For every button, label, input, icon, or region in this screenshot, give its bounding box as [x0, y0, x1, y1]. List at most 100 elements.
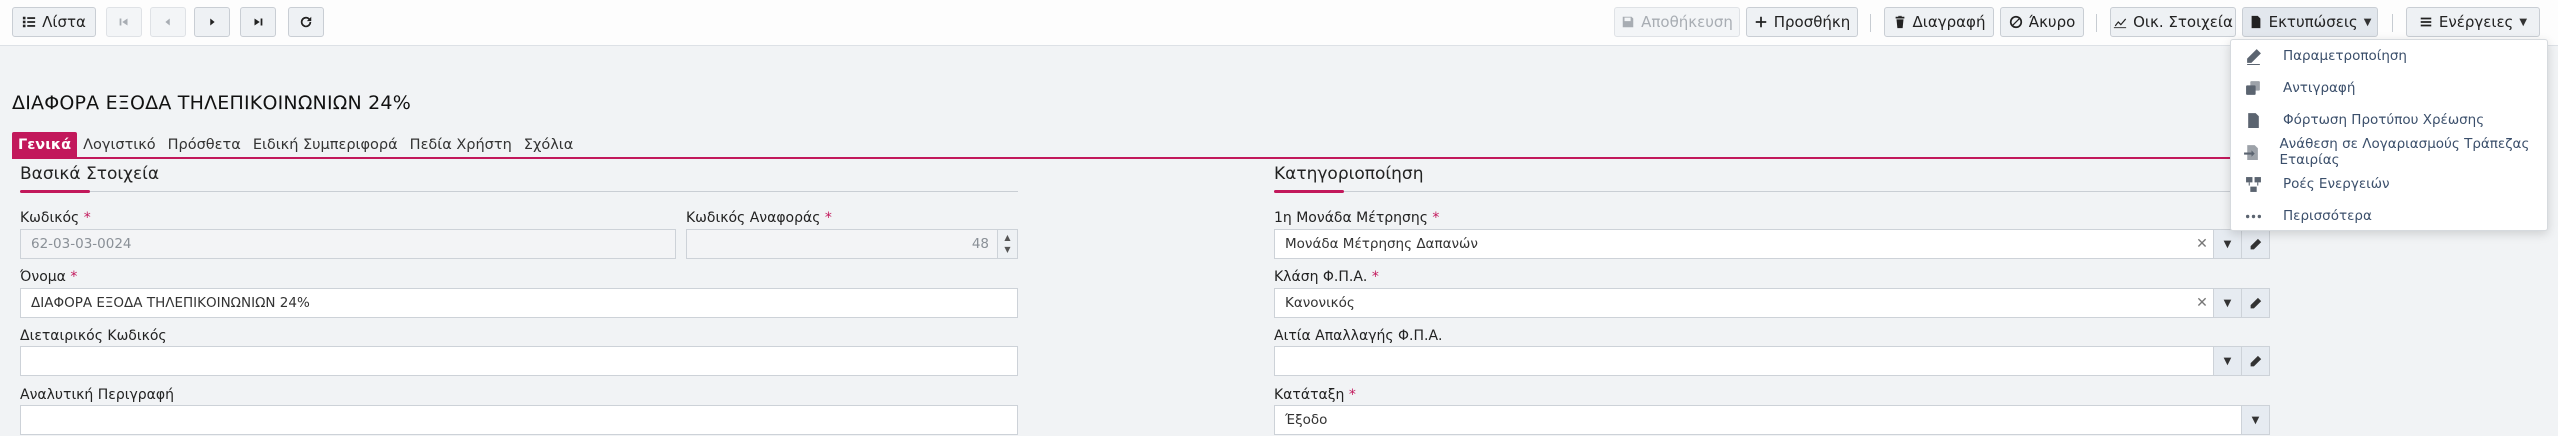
unit-select[interactable]: Μονάδα Μέτρησης Δαπανών ✕ ▼: [1274, 229, 2270, 259]
caret-down-icon: ▼: [2363, 16, 2372, 28]
tab-special-behavior[interactable]: Ειδική Συμπεριφορά: [247, 132, 404, 158]
edit-button[interactable]: [2241, 289, 2269, 317]
menu-item-customize[interactable]: Παραμετροποίηση: [2231, 40, 2547, 72]
toolbar-divider: [2096, 14, 2097, 32]
menu-item-label: Ροές Ενεργειών: [2283, 176, 2390, 192]
section-divider: [20, 191, 1018, 192]
next-record-button[interactable]: [194, 7, 230, 37]
financial-data-button-label: Οικ. Στοιχεία: [2133, 13, 2233, 31]
intercompany-code-field[interactable]: [20, 346, 1018, 376]
dropdown-toggle[interactable]: ▼: [2241, 406, 2269, 434]
clear-icon[interactable]: ✕: [2191, 236, 2213, 252]
cancel-button[interactable]: Άκυρο: [2000, 7, 2084, 37]
save-icon: [1622, 16, 1634, 28]
assign-icon: [2243, 144, 2258, 160]
ref-code-label: Κωδικός Αναφοράς *: [686, 210, 832, 226]
vat-class-select[interactable]: Κανονικός ✕ ▼: [1274, 288, 2270, 318]
menu-item-label: Φόρτωση Προτύπου Χρέωσης: [2283, 112, 2485, 128]
description-field[interactable]: [20, 405, 1018, 435]
actions-button-label: Ενέργειες: [2438, 13, 2514, 31]
menu-item-label: Αντιγραφή: [2283, 80, 2356, 96]
menu-item-copy[interactable]: Αντιγραφή: [2231, 72, 2547, 104]
category-select[interactable]: Έξοδο ▼: [1274, 405, 2270, 435]
ref-code-stepper[interactable]: 48 ▲ ▼: [686, 229, 1018, 259]
section-title-basic: Βασικά Στοιχεία: [20, 164, 160, 184]
dropdown-toggle[interactable]: ▼: [2213, 289, 2241, 317]
menu-icon: [2420, 17, 2432, 27]
toolbar-divider: [2392, 14, 2393, 32]
first-record-button[interactable]: [106, 7, 142, 37]
tab-general[interactable]: Γενικά: [12, 132, 78, 158]
tab-additional[interactable]: Πρόσθετα: [162, 132, 247, 158]
add-button[interactable]: Προσθήκη: [1746, 7, 1858, 37]
dropdown-toggle[interactable]: ▼: [2213, 347, 2241, 375]
trash-icon: [1895, 15, 1904, 29]
menu-item-label: Παραμετροποίηση: [2283, 48, 2407, 64]
cancel-button-label: Άκυρο: [2028, 13, 2076, 31]
vat-exemption-select[interactable]: ▼: [1274, 346, 2270, 376]
template-icon: [2247, 112, 2259, 128]
section-divider: [1274, 191, 2270, 192]
document-icon: [2251, 15, 2260, 29]
save-button[interactable]: Αποθήκευση: [1614, 7, 1740, 37]
edit-button[interactable]: [2241, 230, 2269, 258]
delete-button-label: Διαγραφή: [1912, 13, 1986, 31]
first-icon: [119, 18, 128, 26]
list-button[interactable]: Λίστα: [12, 7, 96, 37]
tab-underline: [12, 157, 2542, 159]
name-label: Όνομα *: [20, 269, 78, 285]
section-accent: [20, 190, 90, 193]
refresh-button[interactable]: [288, 7, 324, 37]
tab-user-fields[interactable]: Πεδία Χρήστη: [404, 132, 518, 158]
save-button-label: Αποθήκευση: [1641, 13, 1733, 31]
edit-button[interactable]: [2241, 347, 2269, 375]
menu-item-load-template[interactable]: Φόρτωση Προτύπου Χρέωσης: [2231, 104, 2547, 136]
plus-icon: [1755, 16, 1766, 28]
menu-item-label: Περισσότερα: [2283, 208, 2372, 224]
description-label: Αναλυτική Περιγραφή: [20, 387, 174, 403]
tab-bar: Γενικά Λογιστικό Πρόσθετα Ειδική Συμπερι…: [12, 132, 579, 158]
last-icon: [254, 18, 263, 26]
menu-item-workflows[interactable]: Ροές Ενεργειών: [2231, 168, 2547, 200]
tab-accounting[interactable]: Λογιστικό: [77, 132, 162, 158]
caret-down-icon: ▼: [2519, 16, 2528, 28]
intercompany-code-label: Διεταιρικός Κωδικός: [20, 328, 167, 344]
prints-dropdown-button[interactable]: Εκτυπώσεις ▼: [2242, 7, 2378, 37]
toolbar-divider: [1870, 14, 1871, 32]
last-record-button[interactable]: [240, 7, 276, 37]
financial-data-button[interactable]: Οικ. Στοιχεία: [2110, 7, 2236, 37]
vat-exemption-label: Αιτία Απαλλαγής Φ.Π.Α.: [1274, 328, 1443, 344]
caret-down-icon: ▼: [2251, 414, 2260, 426]
dropdown-toggle[interactable]: ▼: [2213, 230, 2241, 258]
vat-class-label: Κλάση Φ.Π.Α. *: [1274, 269, 1379, 285]
actions-dropdown-button[interactable]: Ενέργειες ▼: [2406, 7, 2540, 37]
menu-item-assign-bank-accounts[interactable]: Ανάθεση σε Λογαριασμούς Τράπεζας Εταιρία…: [2231, 136, 2547, 168]
refresh-icon: [300, 16, 312, 28]
menu-item-more[interactable]: Περισσότερα: [2231, 200, 2547, 232]
stepper-buttons[interactable]: ▲ ▼: [997, 230, 1017, 258]
tab-comments[interactable]: Σχόλια: [518, 132, 579, 158]
clear-icon[interactable]: ✕: [2191, 295, 2213, 311]
caret-down-icon: ▼: [2223, 238, 2232, 250]
name-field[interactable]: ΔΙΑΦΟΡΑ ΕΞΟΔΑ ΤΗΛΕΠΙΚΟΙΝΩΝΙΩΝ 24%: [20, 288, 1018, 318]
add-button-label: Προσθήκη: [1773, 13, 1851, 31]
caret-down-icon: ▼: [2223, 297, 2232, 309]
edit-icon: [2246, 48, 2261, 65]
delete-button[interactable]: Διαγραφή: [1884, 7, 1994, 37]
chart-icon: [2114, 18, 2127, 29]
caret-down-icon: ▼: [2223, 355, 2232, 367]
pencil-icon: [2250, 355, 2262, 366]
next-icon: [210, 18, 215, 26]
section-accent: [1274, 190, 1344, 193]
ban-icon: [2009, 15, 2022, 29]
actions-menu: Παραμετροποίηση Αντιγραφή Φόρτωση Προτύπ…: [2230, 39, 2548, 231]
previous-record-button[interactable]: [150, 7, 186, 37]
copy-icon: [2245, 80, 2260, 95]
previous-icon: [165, 18, 170, 26]
pencil-icon: [2250, 297, 2262, 308]
section-title-classification: Κατηγοριοποίηση: [1274, 164, 1424, 184]
more-icon: [2245, 214, 2261, 218]
menu-item-label: Ανάθεση σε Λογαριασμούς Τράπεζας Εταιρία…: [2279, 136, 2530, 168]
list-button-label: Λίστα: [42, 13, 86, 31]
code-field[interactable]: 62-03-03-0024: [20, 229, 676, 259]
